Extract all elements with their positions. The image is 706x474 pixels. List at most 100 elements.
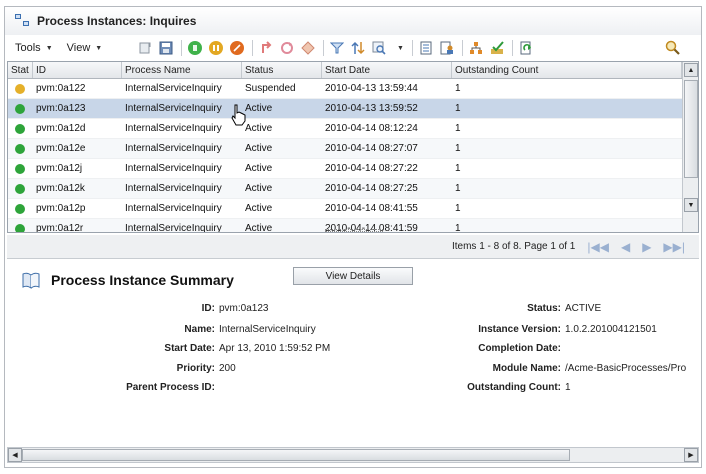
cell-outstanding-count: 1 [455, 83, 461, 94]
suspend-icon[interactable] [208, 40, 224, 56]
toolbar-separator [411, 40, 413, 56]
cell-outstanding-count: 1 [455, 183, 461, 194]
column-header-outstanding-count[interactable]: Outstanding Count [452, 62, 682, 78]
active-status-icon [15, 223, 25, 232]
hand-pointer-cursor-icon [231, 104, 246, 126]
export-icon[interactable] [137, 40, 153, 56]
cell-start-date: 2010-04-13 13:59:52 [325, 103, 418, 114]
scroll-left-icon[interactable]: ◀ [8, 448, 22, 462]
view-details-button[interactable]: View Details [293, 267, 413, 285]
cell-status: Active [245, 143, 273, 154]
hierarchy-icon[interactable] [468, 40, 484, 56]
tools-menu[interactable]: Tools ▼ [15, 42, 53, 54]
user-details-icon[interactable] [439, 40, 455, 56]
summary-field-module-name: Module Name:/Acme-BasicProcesses/Pro [492, 363, 687, 374]
status-dot-icon [8, 143, 33, 154]
status-dot-icon [8, 223, 33, 232]
previous-page-icon[interactable]: ◀ [621, 240, 630, 254]
cell-id: pvm:0a12e [36, 143, 86, 154]
toolbar-separator [461, 40, 463, 56]
restart-icon[interactable] [279, 40, 295, 56]
active-status-icon [15, 203, 25, 214]
last-page-icon[interactable]: ▶▶| [663, 240, 685, 254]
first-page-icon[interactable]: |◀◀ [587, 240, 609, 254]
filter-icon[interactable] [329, 40, 345, 56]
column-header-process-name[interactable]: Process Name [122, 62, 242, 78]
scroll-up-icon[interactable]: ▲ [684, 63, 698, 77]
next-page-icon[interactable]: ▶ [642, 240, 651, 254]
column-header-status[interactable]: Status [242, 62, 322, 78]
table-row[interactable]: pvm:0a12d InternalServiceInquiry Active 201… [8, 119, 698, 139]
cell-id: pvm:0a12r [36, 223, 84, 233]
refresh-icon[interactable] [518, 40, 534, 56]
tools-menu-label: Tools [15, 42, 41, 54]
splitter-handle[interactable] [325, 229, 383, 232]
cell-process-name: InternalServiceInquiry [125, 143, 222, 154]
cell-outstanding-count: 1 [455, 223, 461, 233]
suspended-status-icon [15, 83, 25, 94]
cell-status: Active [245, 103, 273, 114]
cell-process-name: InternalServiceInquiry [125, 123, 222, 134]
scrollbar-thumb[interactable] [684, 80, 698, 178]
summary-field-status: Status: ACTIVE [527, 303, 602, 314]
status-dot-icon [8, 103, 33, 114]
cell-start-date: 2010-04-14 08:41:55 [325, 203, 418, 214]
pagination-bar: Items 1 - 8 of 8. Page 1 of 1 |◀◀ ◀ ▶ ▶▶… [7, 235, 699, 259]
summary-field-instance-version: Instance Version: 1.0.2.201004121501 [478, 324, 657, 335]
active-status-icon [15, 123, 25, 134]
chevron-down-icon[interactable]: ▼ [397, 45, 404, 52]
sort-icon[interactable] [350, 40, 366, 56]
chevron-down-icon: ▼ [45, 44, 53, 52]
repair-icon[interactable] [300, 40, 316, 56]
cell-start-date: 2010-04-14 08:27:25 [325, 183, 418, 194]
status-dot-icon [8, 163, 33, 174]
resume-icon[interactable] [187, 40, 203, 56]
table-row[interactable]: pvm:0a12j InternalServiceInquiry Active 201… [8, 159, 698, 179]
terminate-icon[interactable] [229, 40, 245, 56]
column-header-start-date[interactable]: Start Date [322, 62, 452, 78]
view-menu-label: View [66, 42, 91, 54]
cell-start-date: 2010-04-14 08:12:24 [325, 123, 418, 134]
scrollbar-thumb[interactable] [22, 449, 570, 461]
column-header-status-icon[interactable]: Stat [8, 62, 33, 78]
horizontal-scrollbar[interactable]: ◀ ▶ [7, 447, 699, 463]
cell-process-name: InternalServiceInquiry [125, 223, 222, 233]
cell-id: pvm:0a12j [36, 163, 83, 174]
cell-outstanding-count: 1 [455, 103, 461, 114]
title-bar: Process Instances: Inquires [5, 7, 701, 35]
cell-id: pvm:0a12p [36, 203, 86, 214]
scroll-right-icon[interactable]: ▶ [684, 448, 698, 462]
compensate-icon[interactable] [258, 40, 274, 56]
pagination-text: Items 1 - 8 of 8. Page 1 of 1 [451, 241, 576, 252]
summary-title: Process Instance Summary [51, 272, 234, 288]
search-icon[interactable] [665, 40, 681, 59]
status-dot-icon [8, 183, 33, 194]
cell-outstanding-count: 1 [455, 163, 461, 174]
cell-status: Active [245, 183, 273, 194]
table-row[interactable]: pvm:0a12e InternalServiceInquiry Active 201… [8, 139, 698, 159]
vertical-scrollbar[interactable]: ▲ ▼ [682, 62, 698, 232]
table-row[interactable]: pvm:0a123 InternalServiceInquiry Active 201… [8, 99, 698, 119]
column-header-id[interactable]: ID [33, 62, 122, 78]
panel-title: Process Instances: Inquires [37, 14, 197, 28]
process-instances-panel: Process Instances: Inquires Tools ▼ View ▼… [4, 6, 702, 468]
save-icon[interactable] [158, 40, 174, 56]
zoom-select-icon[interactable] [371, 40, 387, 56]
process-tree-icon [15, 14, 31, 28]
table-row[interactable]: pvm:0a12k InternalServiceInquiry Active 201… [8, 179, 698, 199]
cell-process-name: InternalServiceInquiry [125, 203, 222, 214]
table-row[interactable]: pvm:0a122 InternalServiceInquiry Suspended… [8, 79, 698, 99]
cell-outstanding-count: 1 [455, 143, 461, 154]
active-status-icon [15, 143, 25, 154]
cell-start-date: 2010-04-14 08:27:07 [325, 143, 418, 154]
cell-outstanding-count: 1 [455, 123, 461, 134]
cell-process-name: InternalServiceInquiry [125, 83, 222, 94]
table-row[interactable]: pvm:0a12p InternalServiceInquiry Active 201… [8, 199, 698, 219]
toolbar-separator [511, 40, 513, 56]
toolbar-separator [323, 40, 324, 56]
approve-icon[interactable] [489, 40, 505, 56]
scroll-down-icon[interactable]: ▼ [684, 198, 698, 212]
active-status-icon [15, 103, 25, 114]
view-menu[interactable]: View ▼ [67, 42, 103, 54]
details-icon[interactable] [418, 40, 434, 56]
